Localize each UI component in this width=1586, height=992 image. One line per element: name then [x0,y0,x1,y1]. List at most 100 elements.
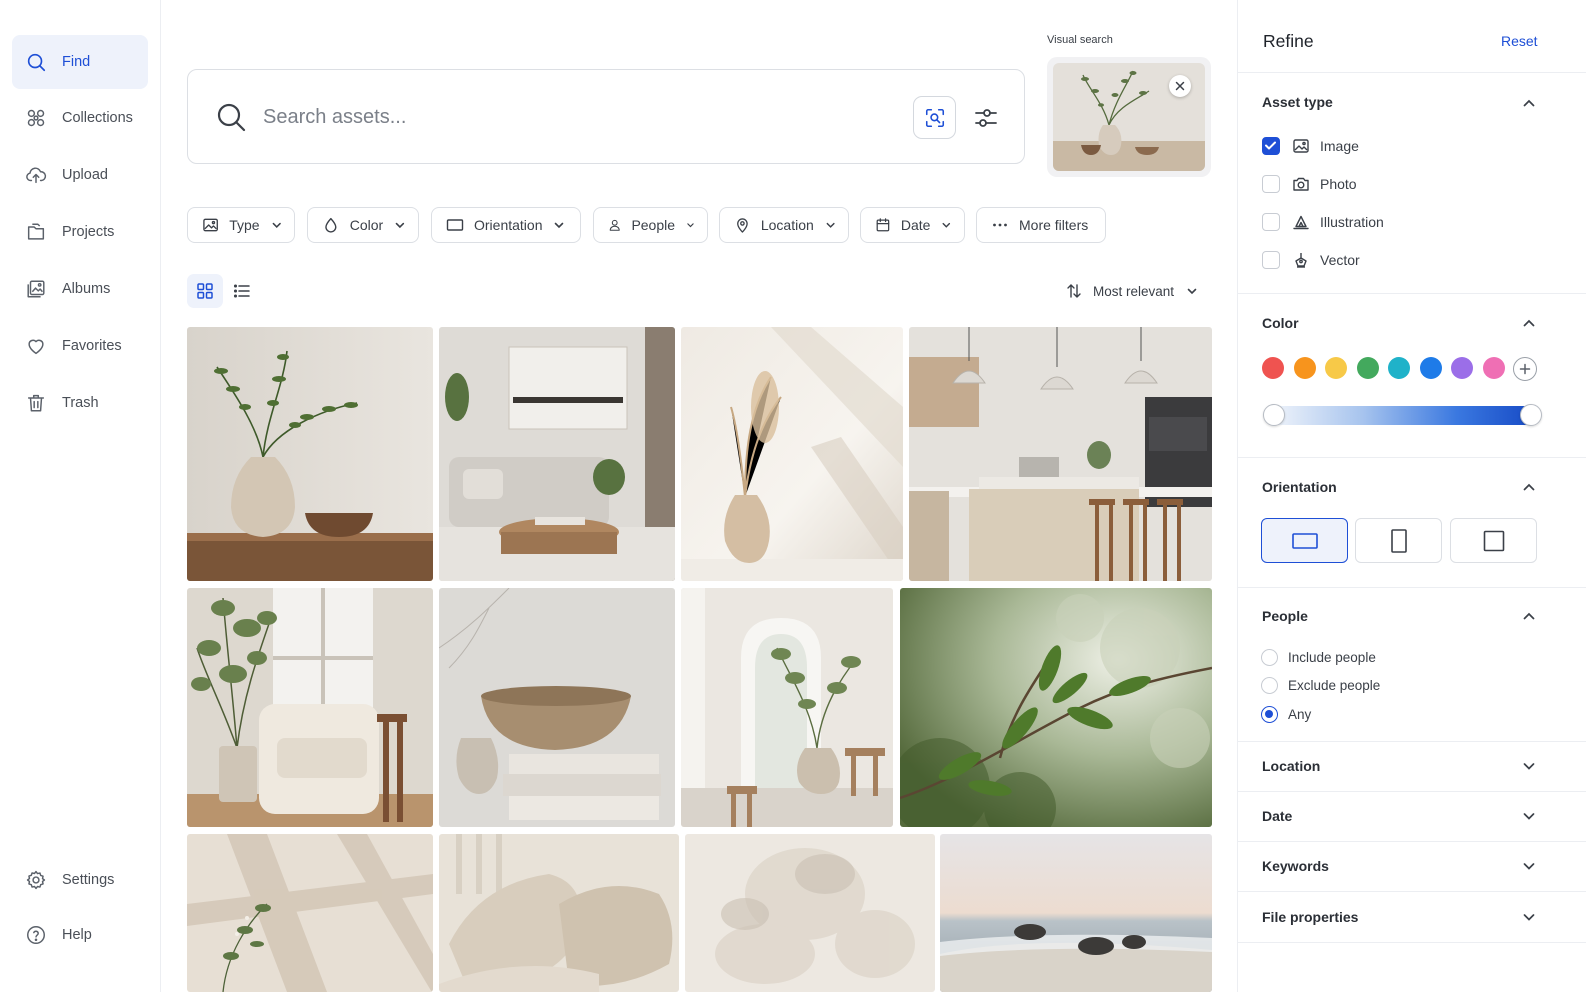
search-input[interactable] [263,100,883,134]
sidebar-item-find[interactable]: Find [12,35,148,89]
section-title-location[interactable]: Location [1262,758,1320,774]
filter-people-chip[interactable]: People [593,207,708,243]
asset-thumbnail[interactable] [439,327,675,581]
chip-label: Color [349,217,384,233]
section-title-color: Color [1262,315,1299,331]
chevron-up-icon[interactable] [1522,480,1536,494]
sidebar-item-trash[interactable]: Trash [12,376,148,430]
sidebar-item-label: Settings [62,872,115,888]
color-swatch[interactable] [1419,357,1442,379]
radio-exclude-people[interactable] [1261,677,1278,694]
radio-include-people[interactable] [1261,649,1278,666]
asset-image [909,327,1212,581]
color-swatch[interactable] [1262,357,1284,379]
color-swatch[interactable] [1451,357,1473,379]
section-title-date[interactable]: Date [1262,808,1292,824]
remove-visual-search-button[interactable] [1169,75,1191,97]
radio-any[interactable] [1261,706,1278,723]
add-color-button[interactable] [1513,357,1537,381]
sidebar: Find Collections Upload Projects Albums … [0,0,161,992]
asset-thumbnail[interactable] [940,834,1212,992]
orientation-square-button[interactable] [1450,518,1537,563]
portrait-icon [1390,528,1407,553]
asset-type-label: Image [1320,138,1359,154]
radio-label: Any [1288,707,1312,722]
checkbox-image[interactable] [1262,137,1280,155]
color-range-slider[interactable] [1268,406,1538,425]
sidebar-item-favorites[interactable]: Favorites [12,319,148,373]
color-swatch[interactable] [1325,357,1347,379]
landscape-icon [1291,532,1318,549]
asset-type-label: Vector [1320,252,1360,268]
chevron-down-icon [555,222,564,229]
asset-thumbnail[interactable] [187,588,433,827]
divider [1238,741,1586,742]
chevron-up-icon[interactable] [1522,609,1536,623]
divider [1238,841,1586,842]
chevron-up-icon[interactable] [1522,316,1536,330]
help-icon [27,926,45,944]
orientation-portrait-button[interactable] [1355,518,1442,563]
color-swatch[interactable] [1356,357,1379,379]
more-horizontal-icon [993,223,1007,227]
color-swatch[interactable] [1482,357,1505,379]
trash-icon [27,394,45,412]
sidebar-item-settings[interactable]: Settings [12,853,148,907]
color-swatch[interactable] [1388,357,1410,379]
filter-color-chip[interactable]: Color [307,207,419,243]
heart-icon [28,339,44,355]
filter-location-chip[interactable]: Location [719,207,849,243]
divider [1238,457,1586,458]
sidebar-item-help[interactable]: Help [12,908,148,962]
section-title-file-properties[interactable]: File properties [1262,909,1358,925]
sidebar-item-albums[interactable]: Albums [12,262,148,316]
color-slider-max-handle[interactable] [1520,404,1542,426]
asset-thumbnail[interactable] [187,327,433,581]
chevron-down-icon[interactable] [1522,809,1536,823]
sidebar-item-projects[interactable]: Projects [12,205,148,259]
main-content: Visual search Type Color Ori [161,0,1251,992]
sidebar-item-collections[interactable]: Collections [12,91,148,145]
asset-image [681,327,903,581]
filter-date-chip[interactable]: Date [860,207,965,243]
reset-button[interactable]: Reset [1501,33,1538,49]
color-slider-min-handle[interactable] [1263,404,1285,426]
asset-thumbnail[interactable] [685,834,935,992]
asset-thumbnail[interactable] [681,327,903,581]
sort-dropdown[interactable]: Most relevant [1065,282,1198,300]
chevron-up-icon[interactable] [1522,96,1536,110]
chevron-down-icon[interactable] [1522,859,1536,873]
sidebar-item-upload[interactable]: Upload [12,148,148,202]
asset-image [187,588,433,827]
chevron-down-icon[interactable] [1522,759,1536,773]
orientation-landscape-button[interactable] [1261,518,1348,563]
asset-thumbnail[interactable] [187,834,433,992]
color-swatch[interactable] [1293,357,1316,379]
asset-thumbnail[interactable] [439,588,675,827]
collections-icon [27,109,45,127]
asset-thumbnail[interactable] [909,327,1212,581]
section-title-people: People [1262,608,1308,624]
asset-thumbnail[interactable] [900,588,1212,827]
more-filters-chip[interactable]: More filters [976,207,1106,243]
asset-thumbnail[interactable] [681,588,893,827]
checkbox-illustration[interactable] [1262,213,1280,231]
filter-type-chip[interactable]: Type [187,207,295,243]
filter-settings-button[interactable] [968,100,1004,136]
grid-view-button[interactable] [187,274,223,308]
visual-search-preview [1047,57,1211,177]
chevron-down-icon [1187,288,1197,295]
checkbox-vector[interactable] [1262,251,1280,269]
asset-image [439,834,679,992]
sort-label: Most relevant [1093,283,1175,299]
list-view-button[interactable] [225,274,259,308]
chevron-down-icon[interactable] [1522,910,1536,924]
section-title-keywords[interactable]: Keywords [1262,858,1329,874]
checkbox-photo[interactable] [1262,175,1280,193]
filter-orientation-chip[interactable]: Orientation [431,207,581,243]
sidebar-item-label: Upload [62,167,108,183]
chevron-down-icon [942,222,951,228]
sidebar-item-label: Trash [62,395,99,411]
visual-search-button[interactable] [913,96,956,139]
asset-thumbnail[interactable] [439,834,679,992]
